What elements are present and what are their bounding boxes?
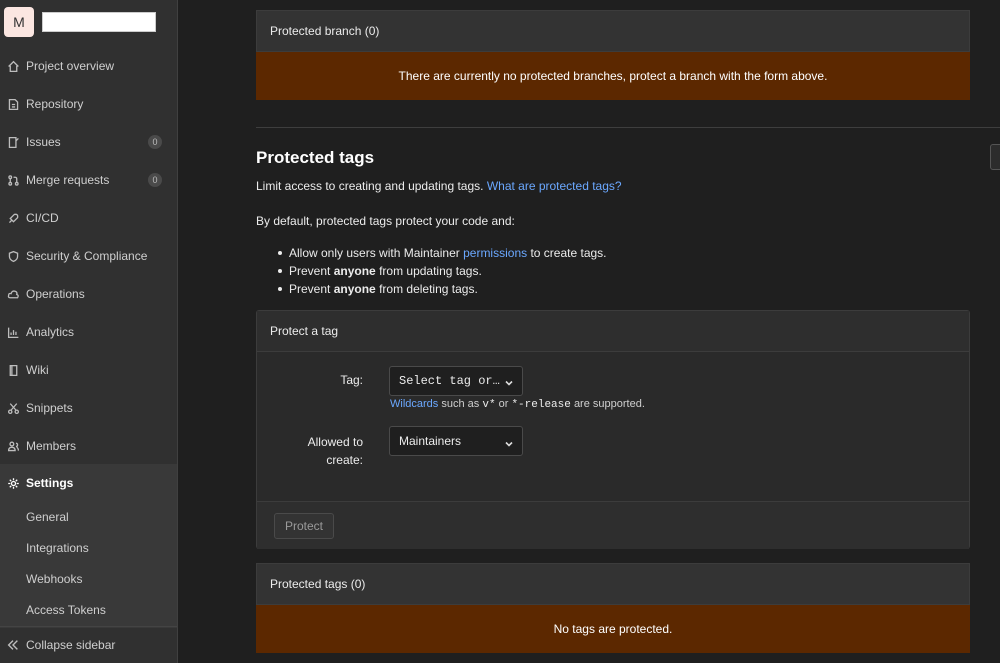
sidebar-item-label: Repository <box>26 97 84 111</box>
sidebar-item-issues[interactable]: Issues 0 <box>0 123 177 161</box>
project-name[interactable] <box>42 12 156 32</box>
merge-icon <box>5 172 21 188</box>
users-icon <box>5 438 21 454</box>
allowed-to-create-label: Allowed to create: <box>307 435 363 467</box>
sidebar-item-repository[interactable]: Repository <box>0 85 177 123</box>
side-panel-handle[interactable] <box>990 144 1000 170</box>
tag-select-dropdown[interactable]: Select tag or… <box>389 366 523 396</box>
allowed-to-create-dropdown[interactable]: Maintainers <box>389 426 523 456</box>
book-icon <box>5 362 21 378</box>
wildcards-link[interactable]: Wildcards <box>390 398 438 410</box>
issues-count-badge: 0 <box>148 135 162 149</box>
collapse-sidebar-label: Collapse sidebar <box>26 638 116 652</box>
sidebar-item-label: Project overview <box>26 59 115 73</box>
sidebar-item-security-compliance[interactable]: Security & Compliance <box>0 237 177 275</box>
wildcard-hint: Wildcards such as v* or *-release are su… <box>390 398 645 411</box>
sidebar-item-label: Merge requests <box>26 173 110 187</box>
merge-requests-count-badge: 0 <box>148 173 162 187</box>
collapse-sidebar-button[interactable]: Collapse sidebar <box>0 626 177 663</box>
chevron-down-icon <box>505 377 513 386</box>
protected-tags-intro: Limit access to creating and updating ta… <box>256 179 622 193</box>
protect-tag-form: Protect a tag Tag: Select tag or… Wildca… <box>256 310 970 549</box>
sidebar-item-merge-requests[interactable]: Merge requests 0 <box>0 161 177 199</box>
protect-tag-header: Protect a tag <box>257 311 969 352</box>
tag-select-value: Select tag or… <box>399 374 500 388</box>
list-item: Allow only users with Maintainer permiss… <box>278 244 607 262</box>
sidebar-item-label: Issues <box>26 135 61 149</box>
doc-icon <box>5 96 21 112</box>
tag-label: Tag: <box>340 373 363 387</box>
sidebar-item-label: Snippets <box>26 401 73 415</box>
sidebar-item-analytics[interactable]: Analytics <box>0 313 177 351</box>
sidebar-header: M <box>0 0 177 44</box>
sidebar-item-members[interactable]: Members <box>0 427 177 465</box>
issues-icon <box>5 134 21 150</box>
settings-sub-general[interactable]: General <box>26 510 69 524</box>
sidebar-item-label: Settings <box>26 476 74 490</box>
form-footer: Protect <box>257 501 969 549</box>
no-protected-branches-message: There are currently no protected branche… <box>256 52 970 100</box>
sidebar-item-settings[interactable]: Settings <box>0 464 177 502</box>
list-item: Prevent anyone from updating tags. <box>278 262 607 280</box>
sidebar-item-cicd[interactable]: CI/CD <box>0 199 177 237</box>
sidebar-item-label: Analytics <box>26 325 75 339</box>
sidebar-item-label: Members <box>26 439 77 453</box>
scissors-icon <box>5 400 21 416</box>
double-chevron-left-icon <box>7 640 18 650</box>
rocket-icon <box>5 210 21 226</box>
allowed-to-create-value: Maintainers <box>399 434 462 448</box>
sidebar-item-operations[interactable]: Operations <box>0 275 177 313</box>
protection-rules-list: Allow only users with Maintainer permiss… <box>278 244 607 298</box>
shield-icon <box>5 248 21 264</box>
protected-tags-list-header: Protected tags (0) <box>256 563 970 605</box>
permissions-link[interactable]: permissions <box>463 246 527 260</box>
home-icon <box>5 58 21 74</box>
protect-button[interactable]: Protect <box>274 513 334 539</box>
no-tags-protected-message: No tags are protected. <box>256 605 970 653</box>
sidebar-item-label: Wiki <box>26 363 49 377</box>
cloud-icon <box>5 286 21 302</box>
section-divider <box>256 127 1000 128</box>
protected-tags-title: Protected tags <box>256 148 375 167</box>
sidebar-item-project-overview[interactable]: Project overview <box>0 47 177 85</box>
settings-sub-access-tokens[interactable]: Access Tokens <box>26 603 106 617</box>
sidebar-item-snippets[interactable]: Snippets <box>0 389 177 427</box>
project-avatar[interactable]: M <box>4 7 34 37</box>
settings-section: Settings General Integrations Webhooks A… <box>0 464 177 628</box>
default-protection-text: By default, protected tags protect your … <box>256 214 515 228</box>
list-item: Prevent anyone from deleting tags. <box>278 280 607 298</box>
chevron-down-icon <box>505 437 513 447</box>
what-are-protected-tags-link[interactable]: What are protected tags? <box>487 179 622 193</box>
sidebar-item-label: Operations <box>26 287 85 301</box>
protected-branch-header: Protected branch (0) <box>256 10 970 52</box>
settings-sub-webhooks[interactable]: Webhooks <box>26 572 82 586</box>
gear-icon <box>5 475 21 491</box>
sidebar-item-label: Security & Compliance <box>26 249 148 263</box>
settings-sub-integrations[interactable]: Integrations <box>26 541 89 555</box>
intro-text: Limit access to creating and updating ta… <box>256 179 484 193</box>
chart-icon <box>5 324 21 340</box>
sidebar-item-label: CI/CD <box>26 211 59 225</box>
sidebar: M Project overview Repository Issues 0 M… <box>0 0 178 663</box>
sidebar-item-wiki[interactable]: Wiki <box>0 351 177 389</box>
